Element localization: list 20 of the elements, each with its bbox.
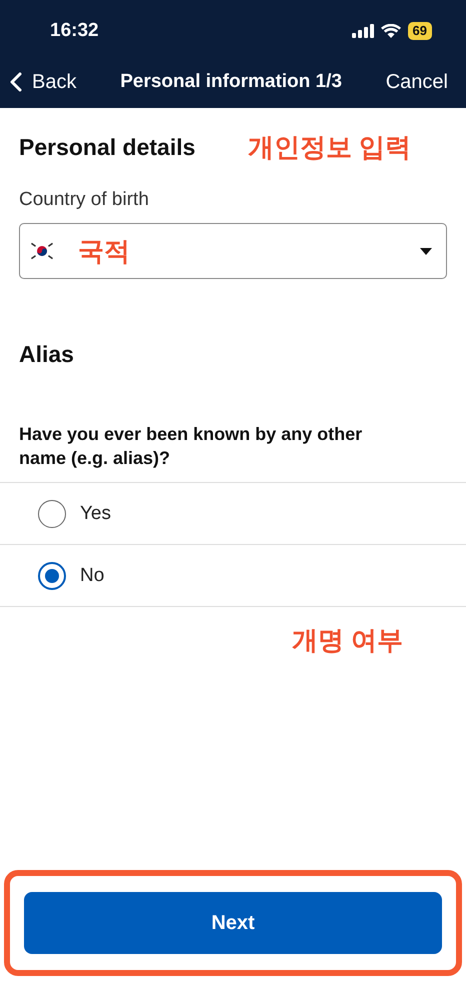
- question-text: Have you ever been known by any other name (e.g. alias)?: [19, 423, 364, 470]
- section-heading: Personal details: [19, 134, 196, 161]
- status-time: 16:32: [50, 20, 99, 42]
- radio-option[interactable]: No: [0, 545, 466, 607]
- country-dropdown[interactable]: 국적: [19, 223, 447, 279]
- signal-icon: [352, 24, 374, 38]
- battery-indicator: 69: [408, 22, 432, 40]
- field-label: Country of birth: [19, 189, 150, 211]
- radio-option[interactable]: Yes: [0, 483, 466, 545]
- flag-icon: [28, 241, 56, 261]
- next-button[interactable]: Next: [24, 892, 442, 954]
- annotation-text: 개명 여부: [292, 625, 404, 655]
- caret-icon: [420, 248, 432, 254]
- annotation-text: 개인정보 입력: [248, 131, 411, 164]
- cancel-button[interactable]: Cancel: [386, 70, 448, 94]
- chevron-left-icon: [10, 72, 22, 92]
- wifi-icon: [380, 24, 401, 38]
- screen-title: Personal information 1/3: [120, 71, 342, 93]
- back-button[interactable]: Back: [10, 70, 76, 94]
- section-heading: Alias: [19, 341, 75, 368]
